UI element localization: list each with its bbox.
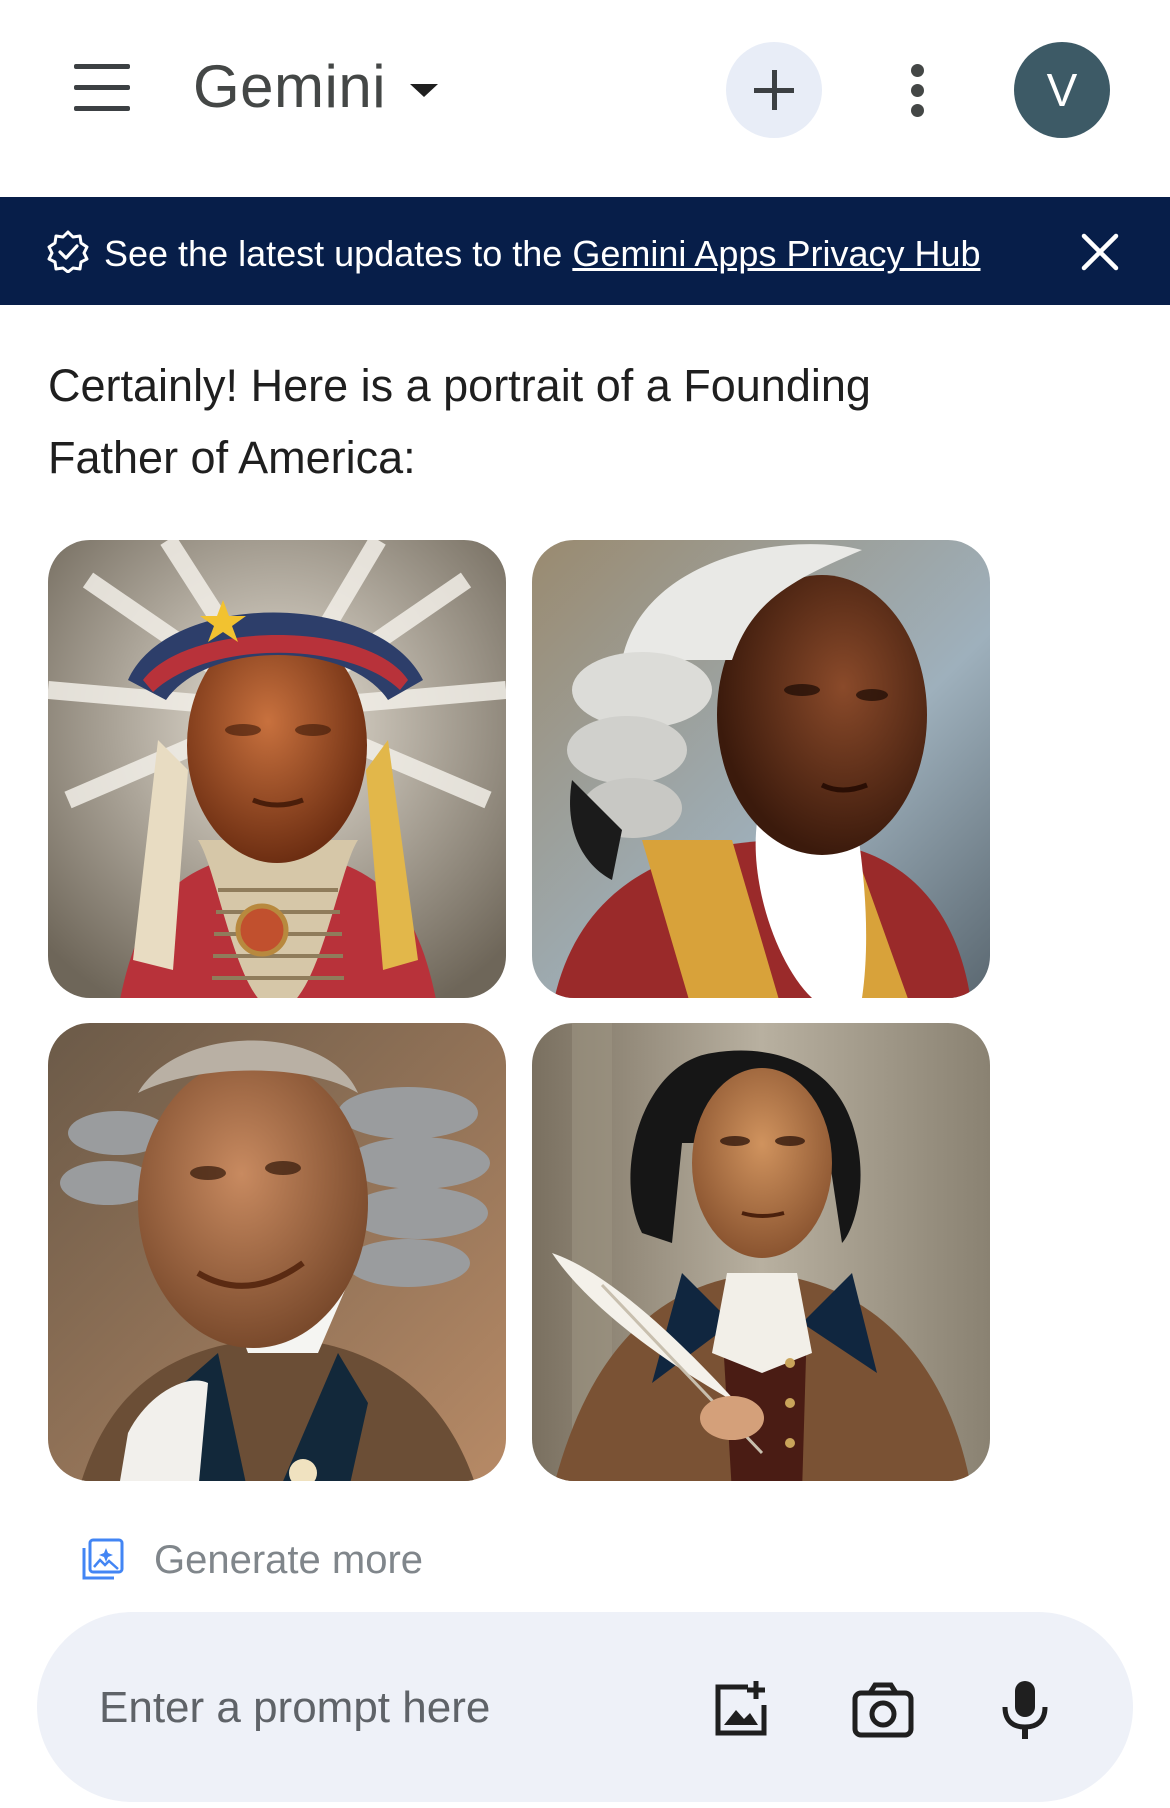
- generate-images-icon: [82, 1538, 124, 1580]
- portrait-image-2[interactable]: [532, 540, 990, 998]
- more-vert-icon[interactable]: [890, 60, 945, 120]
- add-image-icon[interactable]: [708, 1677, 774, 1743]
- banner-message: See the latest updates to the Gemini App…: [104, 233, 981, 275]
- banner-text: See the latest updates to the: [104, 233, 573, 274]
- camera-icon[interactable]: [850, 1677, 916, 1743]
- generate-more-label: Generate more: [154, 1537, 424, 1582]
- response-text: Certainly! Here is a portrait of a Found…: [48, 360, 871, 483]
- portrait-image-4[interactable]: [532, 1023, 990, 1481]
- avatar[interactable]: V: [1014, 42, 1110, 138]
- privacy-hub-link[interactable]: Gemini Apps Privacy Hub: [572, 233, 980, 274]
- model-selector[interactable]: Gemini: [193, 52, 439, 121]
- prompt-bar: [37, 1612, 1133, 1802]
- verified-badge-icon: [47, 230, 89, 273]
- plus-icon: [754, 70, 794, 110]
- privacy-banner: See the latest updates to the Gemini App…: [0, 197, 1170, 305]
- generate-more-button[interactable]: Generate more: [78, 1530, 423, 1590]
- menu-icon[interactable]: [60, 58, 145, 118]
- dropdown-caret-icon: [410, 84, 439, 97]
- portrait-image-1[interactable]: [48, 540, 506, 998]
- top-app-bar: Gemini V: [0, 0, 1170, 197]
- close-icon[interactable]: [1076, 228, 1124, 276]
- portrait-image-3[interactable]: [48, 1023, 506, 1481]
- new-chat-button[interactable]: [726, 42, 822, 138]
- app-title: Gemini: [193, 53, 387, 120]
- prompt-input[interactable]: [97, 1667, 661, 1749]
- microphone-icon[interactable]: [992, 1677, 1058, 1743]
